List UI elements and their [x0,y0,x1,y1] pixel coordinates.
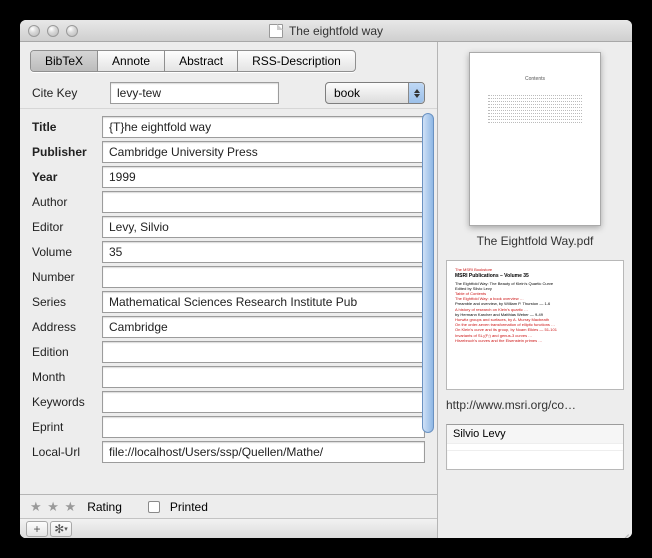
field-input-year[interactable] [102,166,425,188]
web-preview-box[interactable]: The MSRI Bookstore MSRI Publications – V… [446,260,624,390]
field-row-eprint: Eprint [32,416,425,438]
field-label: Series [32,295,102,309]
field-row-month: Month [32,366,425,388]
field-row-number: Number [32,266,425,288]
field-label: Keywords [32,395,102,409]
add-button[interactable]: + [26,521,48,537]
field-input-title[interactable] [102,116,425,138]
close-button[interactable] [28,25,40,37]
scrollbar-thumb[interactable] [422,113,434,433]
field-label: Month [32,370,102,384]
select-stepper-icon [408,83,424,103]
field-row-address: Address [32,316,425,338]
tab-bibtex[interactable]: BibTeX [31,51,98,71]
field-label: Edition [32,345,102,359]
web-url-label: http://www.msri.org/co… [446,398,624,412]
field-input-edition[interactable] [102,341,425,363]
field-label: Year [32,170,102,184]
left-footer: ★ ★ ★ Rating Printed + ✻▾ [20,494,437,538]
field-row-keywords: Keywords [32,391,425,413]
traffic-lights [28,25,78,37]
app-window: The eightfold way BibTeX Annote Abstract… [20,20,632,538]
printed-checkbox[interactable] [148,501,160,513]
tab-annote[interactable]: Annote [98,51,165,71]
field-input-local-url[interactable] [102,441,425,463]
field-label: Editor [32,220,102,234]
citekey-label: Cite Key [32,86,102,100]
field-row-title: Title [32,116,425,138]
citekey-input[interactable] [110,82,279,104]
tab-rss-description[interactable]: RSS-Description [238,51,355,71]
author-row-empty [447,444,623,451]
field-label: Number [32,270,102,284]
field-input-publisher[interactable] [102,141,425,163]
field-input-eprint[interactable] [102,416,425,438]
field-label: Publisher [32,145,102,159]
document-icon [269,24,283,38]
field-label: Volume [32,245,102,259]
minimize-button[interactable] [47,25,59,37]
field-row-series: Series [32,291,425,313]
field-label: Address [32,320,102,334]
field-input-series[interactable] [102,291,425,313]
tab-abstract[interactable]: Abstract [165,51,238,71]
field-input-month[interactable] [102,366,425,388]
field-label: Title [32,120,102,134]
field-label: Local-Url [32,445,102,459]
field-input-author[interactable] [102,191,425,213]
field-row-volume: Volume [32,241,425,263]
printed-label: Printed [170,500,208,514]
field-input-keywords[interactable] [102,391,425,413]
zoom-button[interactable] [66,25,78,37]
authors-list[interactable]: Silvio Levy [446,424,624,470]
titlebar[interactable]: The eightfold way [20,20,632,42]
entry-type-value: book [334,86,360,100]
field-row-publisher: Publisher [32,141,425,163]
field-label: Eprint [32,420,102,434]
field-input-volume[interactable] [102,241,425,263]
field-label: Author [32,195,102,209]
tab-bar: BibTeX Annote Abstract RSS-Description [30,50,356,72]
window-title: The eightfold way [289,24,383,38]
rating-stars[interactable]: ★ ★ ★ [30,499,77,515]
field-input-editor[interactable] [102,216,425,238]
left-pane: BibTeX Annote Abstract RSS-Description C… [20,42,438,538]
right-pane: Contents The Eightfold Way.pdf The MSRI … [438,42,632,538]
action-menu-button[interactable]: ✻▾ [50,521,72,537]
field-input-address[interactable] [102,316,425,338]
form-scrollbar[interactable] [421,113,435,490]
entry-type-select[interactable]: book [325,82,425,104]
pdf-preview-thumbnail[interactable]: Contents [469,52,601,226]
resize-grip-icon[interactable] [617,523,629,535]
rating-label: Rating [87,500,122,514]
web-preview-thumbnail: The MSRI Bookstore MSRI Publications – V… [451,265,619,385]
field-row-local-url: Local-Url [32,441,425,463]
field-input-number[interactable] [102,266,425,288]
field-row-editor: Editor [32,216,425,238]
field-row-edition: Edition [32,341,425,363]
pdf-filename-label: The Eightfold Way.pdf [450,234,620,248]
field-row-year: Year [32,166,425,188]
field-row-author: Author [32,191,425,213]
author-row[interactable]: Silvio Levy [447,425,623,444]
